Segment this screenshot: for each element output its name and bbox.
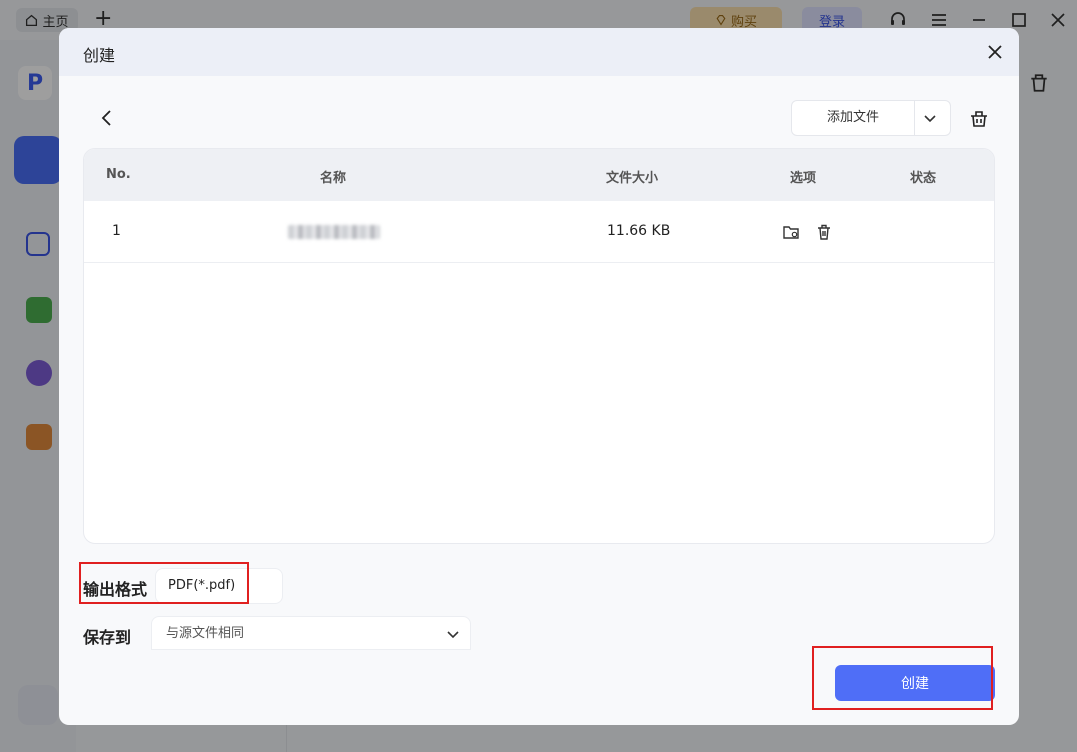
file-table: No. 名称 文件大小 选项 状态 1 11.66 KB: [83, 148, 995, 544]
back-chevron-icon[interactable]: [97, 108, 117, 128]
table-row[interactable]: 1 11.66 KB: [84, 201, 994, 263]
chevron-down-icon[interactable]: [922, 110, 938, 126]
save-to-label: 保存到: [83, 628, 132, 647]
dialog-title: 创建: [83, 46, 116, 65]
delete-row-icon[interactable]: [815, 223, 833, 241]
row-size: 11.66 KB: [607, 223, 671, 239]
header-name: 名称: [320, 171, 347, 186]
header-options: 选项: [790, 171, 817, 186]
highlight-box-format: [79, 562, 249, 604]
close-icon[interactable]: [985, 42, 1005, 62]
header-size: 文件大小: [606, 171, 659, 186]
chevron-down-icon: [447, 631, 459, 639]
add-file-button[interactable]: 添加文件: [792, 101, 915, 135]
highlight-box-create: [812, 646, 993, 710]
folder-settings-icon[interactable]: [782, 223, 800, 241]
blurred-file-name: [288, 225, 380, 239]
save-to-select[interactable]: 与源文件相同: [151, 616, 471, 650]
header-no: No.: [106, 167, 131, 182]
row-no: 1: [112, 223, 121, 239]
dialog-header: 创建: [59, 28, 1019, 76]
table-header: No. 名称 文件大小 选项 状态: [84, 149, 994, 201]
add-file-dropdown[interactable]: 添加文件: [791, 100, 951, 136]
header-status: 状态: [910, 171, 937, 186]
save-to-value: 与源文件相同: [166, 626, 245, 641]
clear-list-icon[interactable]: [969, 108, 989, 128]
create-dialog: 创建 添加文件 No. 名称 文件大小 选项 状态 1 11.66 KB 输出格…: [59, 28, 1019, 725]
